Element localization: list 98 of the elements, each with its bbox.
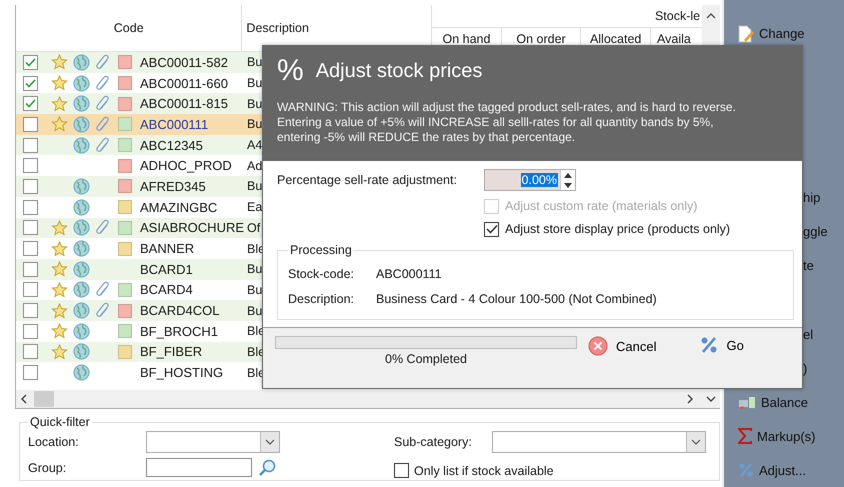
checkbox[interactable]	[23, 344, 38, 360]
checkbox[interactable]	[23, 138, 38, 153]
checkbox-label: Adjust custom rate (materials only)	[505, 199, 698, 213]
table-cell-text: Bu	[246, 262, 262, 276]
checkbox[interactable]	[23, 54, 38, 70]
column-group-header: Stock-le	[432, 5, 702, 28]
field-label: Group:	[28, 460, 68, 474]
table-cell-text: Bu	[246, 282, 262, 297]
horizontal-scrollbar[interactable]	[16, 390, 720, 408]
table-cell-text: ABC00011-660	[139, 76, 229, 91]
checkbox[interactable]	[23, 76, 38, 91]
table-cell-text: ABC00011-815	[139, 96, 229, 112]
table-cell-text: ADHOC_PROD	[139, 158, 233, 174]
close-circle-icon	[588, 336, 608, 356]
table-cell-text: BF_BROCH1	[139, 324, 220, 339]
table-cell-text: BCARD4	[139, 282, 194, 298]
table-cell-text: Ea	[246, 200, 262, 214]
checkbox[interactable]	[23, 324, 38, 339]
percent-symbol: %	[277, 54, 304, 88]
percentage-spin-field[interactable]: 0.00%	[484, 169, 576, 191]
group-title: Quick-filter	[29, 415, 91, 429]
checkbox-label: Only list if stock available	[414, 464, 554, 478]
table-cell-text: BF_FIBER	[139, 344, 204, 360]
action-label: hip	[803, 190, 820, 206]
group-input-field[interactable]	[146, 458, 252, 477]
search-icon[interactable]	[258, 458, 276, 476]
warning-text: WARNING: This action will adjust the tagged product sell-rates, and is hard to reverse. Entering a value of +5% will INCREASE all selll-rates for all quantity bands by 5%, entering -5% will REDUCE the rates by that percentage.	[277, 100, 737, 145]
action-label: )	[803, 360, 808, 376]
table-cell-text: BCARD4COL	[139, 303, 220, 318]
checkbox[interactable]	[23, 241, 38, 256]
action-label: Change	[759, 26, 805, 42]
checkbox[interactable]	[23, 96, 38, 112]
checkbox[interactable]	[23, 303, 38, 318]
go-button[interactable]: Go	[700, 336, 744, 354]
percent-icon	[738, 462, 754, 478]
table-cell-text: BF_HOSTING	[139, 365, 224, 380]
sigma-icon	[738, 428, 752, 444]
sidebar-action[interactable]: Balance	[724, 385, 844, 420]
table-cell-text: Bu	[246, 55, 262, 70]
action-label: Adjust...	[759, 462, 806, 478]
progress-text: 0% Completed	[385, 352, 467, 366]
table-cell-text: Bu	[246, 117, 262, 132]
table-cell-text: Bu	[246, 304, 262, 318]
field-value: ABC000111	[376, 266, 442, 280]
scroll-up-icon[interactable]	[706, 12, 716, 19]
location-dropdown[interactable]	[146, 431, 280, 453]
table-cell-text: Bu	[246, 179, 262, 194]
table-cell-text: Bu	[246, 76, 262, 90]
field-label: Location:	[28, 435, 80, 449]
balance-icon	[738, 394, 756, 410]
table-cell-text: AFRED345	[139, 178, 207, 194]
checkbox[interactable]	[23, 262, 38, 277]
table-cell-text: AMAZINGBC	[139, 200, 218, 215]
caret-icon	[265, 439, 275, 445]
table-cell-text: BCARD1	[139, 262, 194, 277]
spin-down-icon[interactable]	[564, 182, 572, 188]
checkbox[interactable]	[23, 220, 38, 236]
action-label: Markup(s)	[757, 428, 816, 444]
table-cell-text: ABC12345	[139, 138, 204, 153]
action-label: Balance	[761, 394, 808, 410]
checkbox[interactable]	[23, 200, 38, 215]
table-cell-text: Bu	[246, 96, 262, 111]
checkbox[interactable]	[23, 158, 38, 174]
scroll-thumb[interactable]	[34, 391, 54, 407]
caret-icon	[691, 439, 701, 445]
field-label: Sub-category:	[393, 435, 473, 449]
table-cell-text: Of	[246, 220, 260, 235]
field-value: Business Card - 4 Colour 100-500 (Not Combined)	[376, 292, 657, 306]
cancel-button[interactable]: Cancel	[588, 336, 656, 356]
field-label: Stock-code:	[288, 266, 356, 280]
checkbox[interactable]	[484, 222, 499, 236]
percent-icon	[700, 336, 718, 354]
scroll-left-icon[interactable]	[20, 394, 28, 404]
sidebar-action[interactable]: Markup(s)	[724, 419, 844, 454]
scroll-right-icon[interactable]	[686, 394, 694, 404]
document-pencil-icon	[738, 24, 754, 43]
dialog-title: Adjust stock prices	[316, 60, 482, 82]
group-title: Processing	[289, 243, 353, 257]
checkbox[interactable]	[23, 365, 38, 380]
table-cell-text: ABC00011-582	[139, 54, 229, 70]
checkbox[interactable]	[23, 282, 38, 298]
field-label: Description:	[288, 292, 355, 306]
checkbox-label: Adjust store display price (products only)	[505, 222, 730, 236]
scroll-down-icon[interactable]	[706, 396, 716, 402]
table-cell-text: Ad	[246, 158, 262, 173]
sub-category-dropdown[interactable]	[492, 431, 706, 453]
sidebar-action[interactable]: Change	[724, 17, 844, 51]
action-label: te	[803, 258, 814, 274]
column-header[interactable]: Code	[16, 5, 242, 51]
table-cell-text: ASIABROCHURE	[139, 220, 243, 236]
checkbox[interactable]	[23, 116, 38, 132]
sidebar-action[interactable]: Adjust...	[724, 453, 844, 487]
checkbox[interactable]	[23, 178, 38, 194]
field-label: Percentage sell-rate adjustment:	[277, 173, 458, 187]
checkbox[interactable]	[394, 463, 409, 478]
table-cell-text: A4	[246, 138, 262, 152]
table-cell-text: ABC000111	[139, 116, 210, 132]
table-cell-text: BANNER	[139, 241, 196, 256]
